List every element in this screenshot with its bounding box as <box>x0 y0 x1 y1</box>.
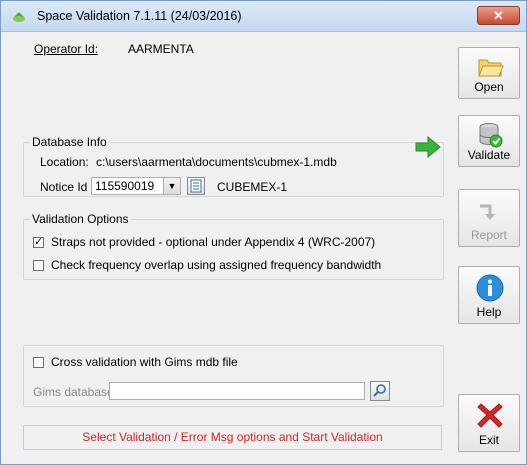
open-label: Open <box>474 80 504 94</box>
gims-database-input[interactable] <box>109 382 365 400</box>
validate-label: Validate <box>467 148 511 162</box>
close-button[interactable]: ✕ <box>477 6 520 25</box>
search-icon <box>373 384 386 397</box>
straps-label: Straps not provided - optional under App… <box>51 235 376 249</box>
frequency-overlap-label: Check frequency overlap using assigned f… <box>51 258 382 272</box>
client-area: Operator Id: AARMENTA Database Info Loca… <box>1 32 526 464</box>
gims-search-button[interactable] <box>370 381 390 401</box>
arrow-right-icon <box>415 136 441 158</box>
notice-id-label: Notice Id <box>40 180 88 194</box>
database-check-icon <box>479 123 503 148</box>
status-message: Select Validation / Error Msg options an… <box>23 425 442 450</box>
chevron-down-icon[interactable]: ▼ <box>163 178 180 194</box>
help-label: Help <box>476 305 502 319</box>
location-value: c:\users\aarmenta\documents\cubmex-1.mdb <box>96 155 337 169</box>
operator-label: Operator Id: <box>34 42 99 56</box>
app-icon <box>13 12 25 22</box>
cross-validation-checkbox[interactable] <box>33 357 44 368</box>
window-title: Space Validation 7.1.11 (24/03/2016) <box>37 9 242 23</box>
list-icon <box>190 179 202 193</box>
report-arrow-icon <box>480 204 495 220</box>
location-label: Location: <box>40 155 89 169</box>
title-bar: Space Validation 7.1.11 (24/03/2016) ✕ <box>1 1 526 32</box>
folder-icon <box>478 59 504 77</box>
cross-validation-label: Cross validation with Gims mdb file <box>51 355 238 369</box>
straps-checkbox[interactable] <box>33 235 44 248</box>
report-button[interactable]: Report <box>458 189 520 247</box>
notice-id-value: 115590019 <box>95 179 155 193</box>
report-label: Report <box>470 228 508 242</box>
validation-options-legend: Validation Options <box>32 212 129 226</box>
notice-id-select[interactable]: 115590019 ▼ <box>91 177 181 195</box>
gims-database-label: Gims database: <box>33 385 118 399</box>
database-info-legend: Database Info <box>32 135 107 149</box>
app-window: Space Validation 7.1.11 (24/03/2016) ✕ O… <box>0 0 527 465</box>
close-icon <box>477 403 503 428</box>
operator-value: AARMENTA <box>128 42 194 56</box>
info-icon <box>476 274 504 302</box>
exit-button[interactable]: Exit <box>458 394 520 452</box>
help-button[interactable]: Help <box>458 266 520 324</box>
notice-browse-button[interactable] <box>187 177 205 195</box>
notice-name: CUBEMEX-1 <box>217 180 288 194</box>
validate-button[interactable]: Validate <box>458 115 520 167</box>
open-button[interactable]: Open <box>458 47 520 99</box>
frequency-overlap-checkbox[interactable] <box>33 260 44 271</box>
exit-label: Exit <box>478 433 499 447</box>
